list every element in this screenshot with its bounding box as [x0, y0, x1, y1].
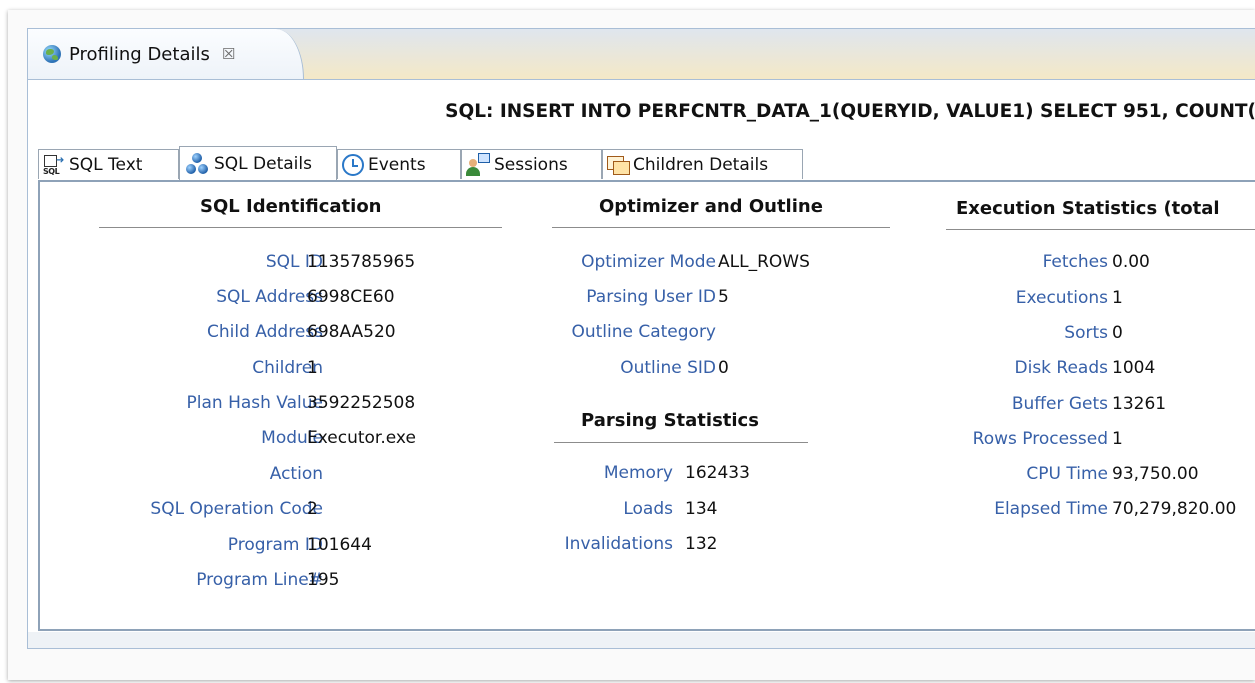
- value-plan-hash-value: 3592252508: [307, 393, 416, 413]
- close-icon[interactable]: ☒: [222, 45, 235, 63]
- tab-label: SQL Text: [69, 154, 143, 175]
- value-sql-id: 1135785965: [307, 252, 416, 272]
- label-rows-processed: Rows Processed: [972, 429, 1108, 449]
- value-module: Executor.exe: [307, 428, 416, 448]
- sql-statement-title: SQL: INSERT INTO PERFCNTR_DATA_1(QUERYID…: [445, 101, 1255, 122]
- value-program-id: 101644: [307, 535, 372, 555]
- sql-details-icon: [184, 152, 210, 175]
- value-sorts: 0: [1112, 323, 1123, 343]
- value-optimizer-mode: ALL_ROWS: [718, 252, 810, 272]
- value-disk-reads: 1004: [1112, 358, 1156, 378]
- tab-label: Events: [368, 154, 426, 175]
- value-sql-address: 6998CE60: [307, 287, 395, 307]
- value-fetches: 0.00: [1112, 252, 1150, 272]
- value-parsing-user-id: 5: [718, 287, 729, 307]
- clock-icon: [342, 153, 364, 176]
- section-title-optimizer-outline: Optimizer and Outline: [599, 196, 823, 217]
- tab-label: SQL Details: [214, 153, 312, 174]
- label-cpu-time: CPU Time: [1026, 464, 1108, 484]
- value-buffer-gets: 13261: [1112, 394, 1167, 414]
- section-divider: [552, 227, 890, 228]
- label-outline-sid: Outline SID: [620, 358, 716, 378]
- label-action: Action: [269, 464, 323, 484]
- value-child-address: 698AA520: [307, 322, 396, 342]
- section-divider: [554, 442, 808, 443]
- value-sql-operation-code: 2: [307, 499, 318, 519]
- label-buffer-gets: Buffer Gets: [1011, 394, 1108, 414]
- view-bottom-band: [28, 632, 1255, 648]
- label-sql-operation-code: SQL Operation Code: [150, 499, 323, 519]
- tab-label: Sessions: [494, 154, 568, 175]
- sessions-icon: [466, 152, 490, 177]
- view-tab-title: Profiling Details: [69, 43, 210, 65]
- label-fetches: Fetches: [1042, 252, 1108, 272]
- label-memory: Memory: [603, 463, 673, 483]
- tab-sessions[interactable]: Sessions: [461, 149, 602, 179]
- section-title-sql-identification: SQL Identification: [200, 196, 382, 217]
- sql-details-panel: SQL Identification SQL ID 1135785965 SQL…: [38, 180, 1255, 631]
- section-title-execution-statistics: Execution Statistics (total: [956, 198, 1220, 219]
- value-program-line: 195: [307, 570, 340, 590]
- profiling-details-view: Profiling Details ☒ SQL: INSERT INTO PER…: [27, 28, 1255, 649]
- value-memory: 162433: [685, 463, 750, 483]
- label-program-line: Program Line#: [196, 570, 323, 590]
- children-details-icon: [607, 155, 630, 175]
- detail-tab-strip: ➜ SQL SQL Text SQL Details Events Session…: [38, 144, 1255, 181]
- label-optimizer-mode: Optimizer Mode: [581, 252, 716, 272]
- value-cpu-time: 93,750.00: [1112, 464, 1199, 484]
- value-rows-processed: 1: [1112, 429, 1123, 449]
- globe-icon: [43, 45, 61, 63]
- label-loads: Loads: [623, 499, 673, 519]
- section-divider: [946, 229, 1255, 230]
- sql-text-icon: ➜ SQL: [43, 154, 65, 176]
- value-elapsed-time: 70,279,820.00: [1112, 499, 1237, 519]
- label-elapsed-time: Elapsed Time: [994, 499, 1108, 519]
- value-outline-sid: 0: [718, 358, 729, 378]
- value-executions: 1: [1112, 288, 1123, 308]
- label-outline-category: Outline Category: [571, 322, 716, 342]
- tab-sql-details[interactable]: SQL Details: [179, 146, 337, 180]
- label-sorts: Sorts: [1064, 323, 1108, 343]
- value-children: 1: [307, 358, 318, 378]
- section-divider: [99, 227, 502, 228]
- tab-events[interactable]: Events: [337, 149, 461, 179]
- value-invalidations: 132: [685, 534, 718, 554]
- tab-children-details[interactable]: Children Details: [602, 149, 803, 179]
- label-disk-reads: Disk Reads: [1014, 358, 1109, 378]
- tab-label: Children Details: [633, 154, 769, 175]
- label-child-address: Child Address: [207, 322, 323, 342]
- profiling-details-tab[interactable]: Profiling Details ☒: [28, 29, 304, 79]
- label-invalidations: Invalidations: [564, 534, 673, 554]
- tab-sql-text[interactable]: ➜ SQL SQL Text: [38, 149, 179, 179]
- value-loads: 134: [685, 499, 718, 519]
- section-title-parsing-statistics: Parsing Statistics: [581, 410, 759, 431]
- label-executions: Executions: [1015, 288, 1108, 308]
- label-plan-hash-value: Plan Hash Value: [186, 393, 324, 413]
- label-parsing-user-id: Parsing User ID: [586, 287, 716, 307]
